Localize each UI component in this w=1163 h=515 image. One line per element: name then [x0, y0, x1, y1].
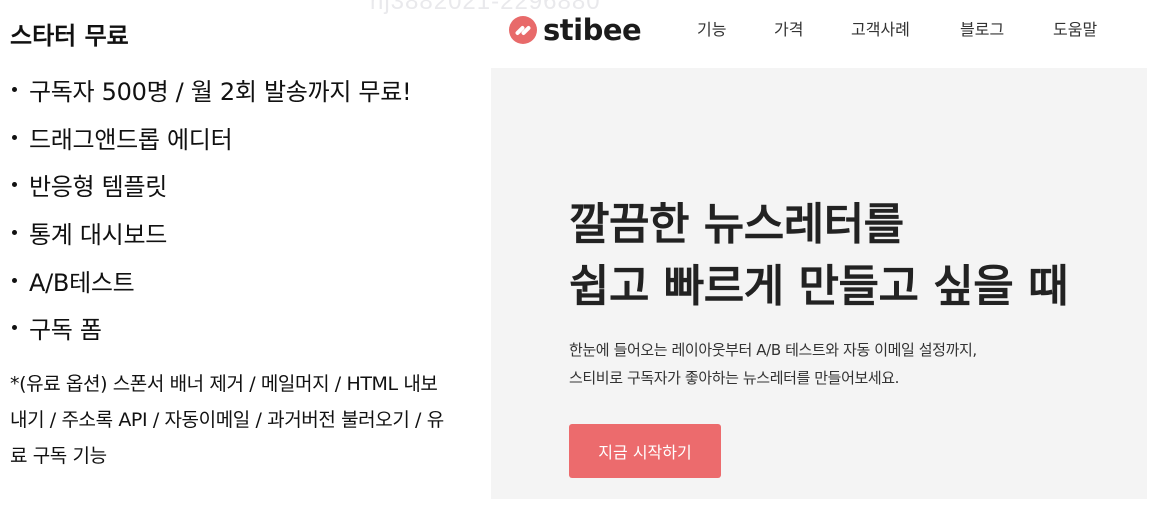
feature-label: 구독 폼: [29, 316, 102, 345]
paid-options-note: *(유료 옵션) 스폰서 배너 제거 / 메일머지 / HTML 내보내기 / …: [10, 372, 444, 467]
hero-title: 깔끔한 뉴스레터를 쉽고 빠르게 만들고 싶을 때: [569, 194, 1069, 318]
hero-subtitle-line: 스티비로 구독자가 좋아하는 뉴스레터를 만들어보세요.: [569, 369, 900, 387]
nav-item-features[interactable]: 기능: [697, 18, 726, 42]
nav-item-blog[interactable]: 블로그: [960, 18, 1004, 42]
bullet-icon: [12, 182, 17, 188]
feature-item: A/B테스트: [10, 256, 480, 304]
start-now-button[interactable]: 지금 시작하기: [569, 424, 721, 478]
feature-item: 구독 폼: [10, 304, 480, 352]
feature-label: 통계 대시보드: [29, 221, 168, 250]
feature-item: 반응형 템플릿: [10, 161, 480, 209]
bullet-icon: [12, 87, 17, 93]
bullet-icon: [12, 230, 17, 236]
hero-subtitle: 한눈에 들어오는 레이아웃부터 A/B 테스트와 자동 이메일 설정까지, 스티…: [569, 336, 977, 392]
logo-text: stibee: [543, 13, 642, 47]
feature-label: 구독자 500명 / 월 2회 발송까지 무료!: [29, 78, 412, 107]
hero-subtitle-line: 한눈에 들어오는 레이아웃부터 A/B 테스트와 자동 이메일 설정까지,: [569, 341, 977, 359]
bullet-icon: [12, 325, 17, 331]
bullet-icon: [12, 277, 17, 283]
feature-item: 통계 대시보드: [10, 209, 480, 257]
hero-title-line: 깔끔한 뉴스레터를: [569, 199, 904, 250]
nav-item-pricing[interactable]: 가격: [774, 18, 803, 42]
hero-title-line: 쉽고 빠르게 만들고 싶을 때: [569, 261, 1069, 312]
feature-item: 드래그앤드롭 에디터: [10, 114, 480, 162]
nav-item-help[interactable]: 도움말: [1053, 18, 1097, 42]
feature-list: 구독자 500명 / 월 2회 발송까지 무료! 드래그앤드롭 에디터 반응형 …: [10, 66, 480, 352]
nav-item-customers[interactable]: 고객사례: [851, 18, 910, 42]
feature-item: 구독자 500명 / 월 2회 발송까지 무료!: [10, 66, 480, 114]
feature-label: 반응형 템플릿: [29, 173, 168, 202]
plan-description: 스타터 무료 구독자 500명 / 월 2회 발송까지 무료! 드래그앤드롭 에…: [10, 18, 480, 493]
feature-label: 드래그앤드롭 에디터: [29, 125, 233, 154]
plan-title: 스타터 무료: [10, 22, 129, 50]
hero-section: 깔끔한 뉴스레터를 쉽고 빠르게 만들고 싶을 때 한눈에 들어오는 레이아웃부…: [491, 68, 1147, 499]
stibee-logo-icon: [509, 16, 537, 44]
bullet-icon: [12, 134, 17, 140]
stibee-logo[interactable]: stibee: [509, 13, 642, 47]
feature-label: A/B테스트: [29, 268, 135, 297]
